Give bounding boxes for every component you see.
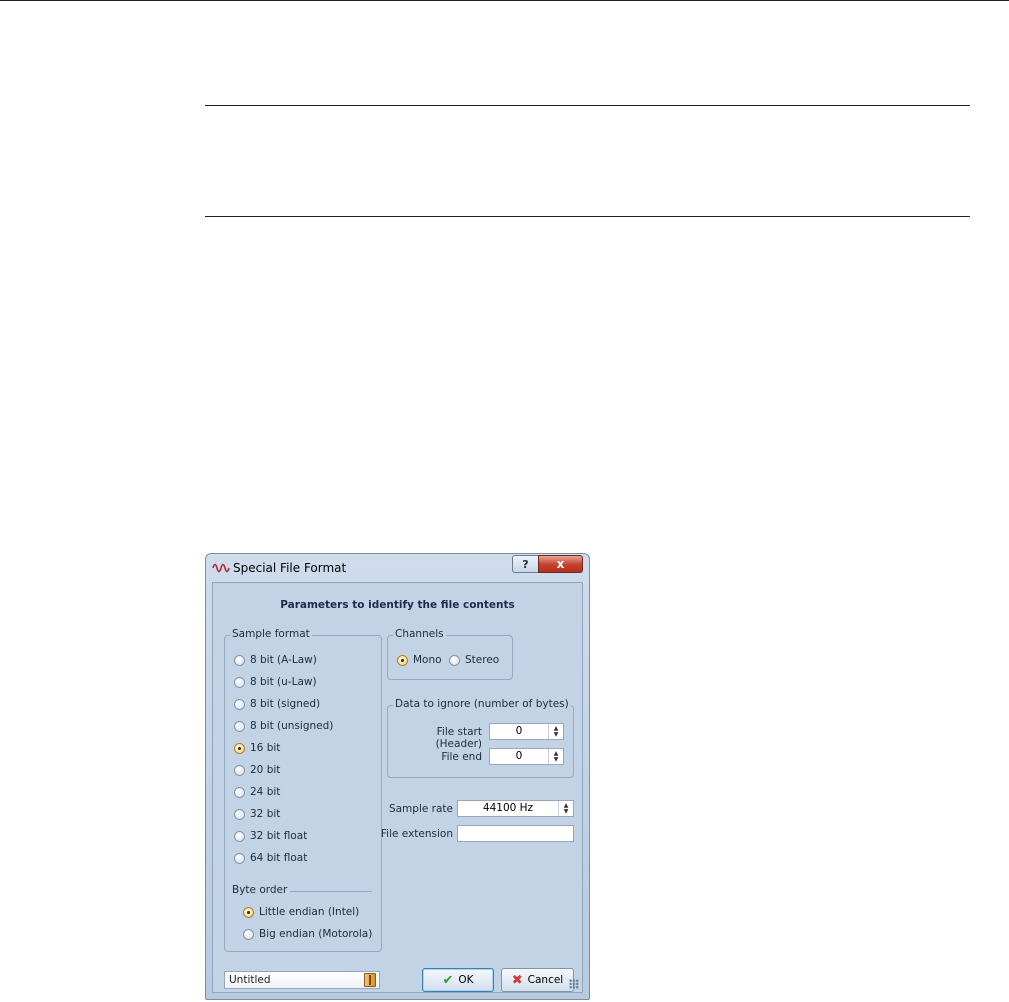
radio-label: Mono: [413, 654, 442, 666]
close-button[interactable]: x: [538, 555, 583, 573]
radio-label: 8 bit (signed): [250, 698, 321, 710]
channels-option[interactable]: Stereo: [449, 654, 499, 666]
sample-format-option[interactable]: 8 bit (unsigned): [234, 720, 333, 732]
file-start-label: File start (Header): [435, 726, 482, 750]
channels-label: Channels: [393, 628, 446, 640]
spin-down-icon[interactable]: ▼: [554, 756, 559, 763]
sample-format-option[interactable]: 24 bit: [234, 786, 280, 798]
sample-rate-spin-arrows[interactable]: ▲ ▼: [558, 801, 573, 816]
help-icon: ?: [522, 557, 529, 571]
radio-button[interactable]: [234, 764, 245, 776]
radio-label: 20 bit: [250, 764, 281, 776]
radio-button[interactable]: [449, 654, 460, 666]
waveform-app-icon: [212, 563, 230, 573]
sample-format-option[interactable]: 16 bit: [234, 742, 280, 754]
sample-format-option[interactable]: 8 bit (A-Law): [234, 654, 317, 666]
dialog-client-area: Parameters to identify the file contents…: [212, 582, 583, 993]
radio-label: Big endian (Motorola): [259, 928, 373, 940]
radio-button[interactable]: [234, 786, 245, 798]
sample-format-option[interactable]: 64 bit float: [234, 852, 307, 864]
preset-book-icon[interactable]: [364, 973, 376, 987]
cancel-button[interactable]: ✖ Cancel: [501, 968, 574, 992]
radio-button[interactable]: [234, 676, 245, 688]
radio-button[interactable]: [243, 928, 254, 940]
file-start-value: 0: [515, 725, 523, 737]
data-to-ignore-label: Data to ignore (number of bytes): [393, 698, 571, 710]
section-rule-top: [205, 105, 970, 106]
sample-rate-value: 44100 Hz: [482, 802, 534, 814]
radio-button[interactable]: [234, 698, 245, 710]
radio-label: 16 bit: [250, 742, 281, 754]
channels-group: Channels Mono Stereo: [387, 628, 513, 680]
sample-format-option[interactable]: 32 bit: [234, 808, 280, 820]
check-icon: ✔: [442, 972, 454, 988]
spin-down-icon[interactable]: ▼: [554, 731, 559, 738]
radio-label: 32 bit: [250, 808, 281, 820]
ok-button[interactable]: ✔ OK: [422, 968, 494, 992]
sample-rate-label: Sample rate: [388, 803, 453, 815]
file-end-spinner[interactable]: 0 ▲ ▼: [489, 748, 564, 765]
cancel-x-icon: ✖: [511, 972, 523, 988]
sample-format-option[interactable]: 20 bit: [234, 764, 280, 776]
radio-button[interactable]: [234, 742, 245, 754]
radio-label: 8 bit (unsigned): [250, 720, 334, 732]
help-button[interactable]: ?: [512, 555, 538, 573]
resize-grip-icon[interactable]: [569, 979, 579, 989]
dialog-title: Special File Format: [233, 561, 347, 575]
radio-label: 8 bit (A-Law): [250, 654, 317, 666]
data-to-ignore-group: Data to ignore (number of bytes) File st…: [387, 698, 574, 778]
sample-format-option[interactable]: 8 bit (u-Law): [234, 676, 317, 688]
sample-format-option[interactable]: 8 bit (signed): [234, 698, 320, 710]
byte-order-divider: [290, 891, 372, 892]
radio-button[interactable]: [234, 654, 245, 666]
preset-name-field[interactable]: Untitled: [224, 971, 380, 989]
file-start-spin-arrows[interactable]: ▲ ▼: [548, 724, 563, 739]
byte-order-label: Byte order: [230, 884, 290, 896]
radio-button[interactable]: [234, 830, 245, 842]
spin-down-icon[interactable]: ▼: [564, 808, 569, 815]
radio-label: 32 bit float: [250, 830, 308, 842]
sample-format-label: Sample format: [230, 628, 312, 640]
radio-label: 64 bit float: [250, 852, 308, 864]
title-bar-buttons: ? x: [512, 555, 583, 574]
title-bar: Special File Format ? x: [206, 554, 589, 582]
sample-rate-spinner[interactable]: 44100 Hz ▲ ▼: [457, 800, 574, 817]
file-end-spin-arrows[interactable]: ▲ ▼: [548, 749, 563, 764]
file-end-label: File end: [441, 751, 482, 763]
top-rule: [0, 0, 1009, 1]
close-icon: x: [556, 557, 565, 571]
radio-button[interactable]: [234, 852, 245, 864]
sample-format-option[interactable]: 32 bit float: [234, 830, 307, 842]
file-extension-field[interactable]: [457, 825, 574, 842]
preset-name-value: Untitled: [229, 974, 271, 986]
section-rule-bottom: [205, 216, 970, 217]
file-end-value: 0: [515, 750, 523, 762]
byte-order-option[interactable]: Big endian (Motorola): [243, 928, 372, 940]
radio-label: 24 bit: [250, 786, 281, 798]
radio-button[interactable]: [234, 720, 245, 732]
radio-label: Little endian (Intel): [259, 906, 360, 918]
channels-option[interactable]: Mono: [397, 654, 442, 666]
cancel-label: Cancel: [527, 974, 564, 986]
radio-button[interactable]: [234, 808, 245, 820]
sample-format-group: Sample format 8 bit (A-Law) 8 bit (u-Law)…: [224, 628, 382, 952]
radio-label: Stereo: [465, 654, 500, 666]
special-file-format-dialog: Special File Format ? x Parameters to id…: [205, 553, 590, 1000]
file-start-spinner[interactable]: 0 ▲ ▼: [489, 723, 564, 740]
radio-button[interactable]: [397, 654, 408, 666]
byte-order-option[interactable]: Little endian (Intel): [243, 906, 359, 918]
file-extension-label: File extension: [380, 828, 453, 840]
dialog-heading: Parameters to identify the file contents: [280, 599, 515, 611]
radio-label: 8 bit (u-Law): [250, 676, 317, 688]
ok-label: OK: [458, 974, 474, 986]
radio-button[interactable]: [243, 906, 254, 918]
